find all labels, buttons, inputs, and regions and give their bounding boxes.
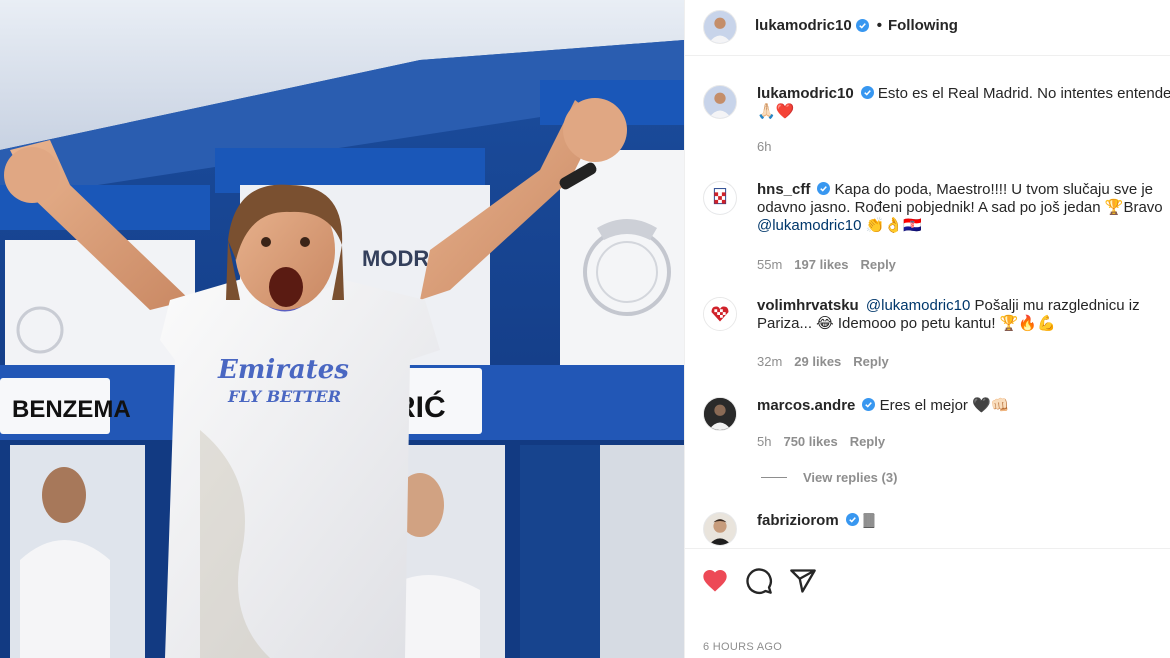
comment-time[interactable]: 55m	[757, 257, 782, 272]
post-image: BENZEMA RIĆ MODRIĆ Emirates FLY BETTER	[0, 0, 684, 658]
commenter-avatar[interactable]	[703, 181, 737, 215]
post-header: lukamodric10 • Following	[685, 0, 1170, 56]
comment-username[interactable]: fabriziorom	[757, 512, 839, 529]
author-username[interactable]: lukamodric10	[755, 17, 852, 34]
shirt-sponsor-line1: Emirates	[217, 355, 349, 385]
comments-list[interactable]: lukamodric10 Esto es el Real Madrid. No …	[685, 57, 1170, 547]
shirt-sponsor-line2: FLY BETTER	[227, 387, 341, 406]
header-separator: •	[876, 17, 882, 34]
post-photo[interactable]: BENZEMA RIĆ MODRIĆ Emirates FLY BETTER	[0, 0, 684, 658]
comment-reply-button[interactable]: Reply	[850, 434, 885, 449]
verified-badge-icon	[860, 86, 874, 99]
comment-reply-button[interactable]: Reply	[861, 257, 896, 272]
comment-bubble-icon[interactable]	[745, 567, 773, 595]
caption-time[interactable]: 6h	[757, 139, 771, 154]
following-button[interactable]: Following	[888, 17, 958, 34]
comment-likes[interactable]: 29 likes	[794, 354, 841, 369]
comment-mention[interactable]: @lukamodric10	[866, 297, 970, 314]
post-timestamp[interactable]: 6 HOURS AGO	[703, 641, 782, 653]
view-replies-button[interactable]: View replies (3)	[761, 470, 897, 485]
caption-author-avatar[interactable]	[703, 85, 737, 119]
verified-badge-icon	[862, 398, 876, 411]
comment-username[interactable]: hns_cff	[757, 181, 810, 198]
view-replies-label: View replies (3)	[803, 470, 898, 485]
caption-text: Esto es el Real Madrid. No intentes ente…	[877, 85, 1170, 102]
comment-reply-button[interactable]: Reply	[853, 354, 888, 369]
comment-text: 🀫	[862, 512, 875, 529]
commenter-avatar[interactable]	[703, 297, 737, 331]
commenter-avatar[interactable]	[703, 397, 737, 431]
comment-time[interactable]: 32m	[757, 354, 782, 369]
comment-text-tail: 👏👌🇭🇷	[861, 217, 922, 234]
commenter-avatar[interactable]	[703, 512, 737, 546]
locker-name-left: BENZEMA	[12, 396, 131, 423]
verified-badge-icon	[817, 182, 831, 195]
verified-badge-icon	[845, 513, 859, 526]
comment-text: Eres el mejor 🖤👊🏻	[879, 397, 1010, 414]
author-avatar[interactable]	[703, 10, 737, 44]
like-heart-icon[interactable]	[701, 567, 729, 595]
comment-username[interactable]: marcos.andre	[757, 397, 855, 414]
share-paper-plane-icon[interactable]	[789, 567, 817, 595]
comment-mention[interactable]: @lukamodric10	[757, 217, 861, 234]
comment-likes[interactable]: 197 likes	[794, 257, 848, 272]
comment-time[interactable]: 5h	[757, 434, 771, 449]
post-actions: 6 HOURS AGO	[685, 548, 1170, 658]
caption-emoji: 🙏🏻❤️	[757, 103, 795, 120]
replies-divider	[761, 477, 787, 478]
comment-username[interactable]: volimhrvatsku	[757, 297, 859, 314]
caption-username[interactable]: lukamodric10	[757, 85, 854, 102]
post-sidebar: lukamodric10 • Following lukamodric10 Es…	[684, 0, 1170, 658]
verified-badge-icon	[855, 19, 869, 32]
comment-likes[interactable]: 750 likes	[783, 434, 837, 449]
